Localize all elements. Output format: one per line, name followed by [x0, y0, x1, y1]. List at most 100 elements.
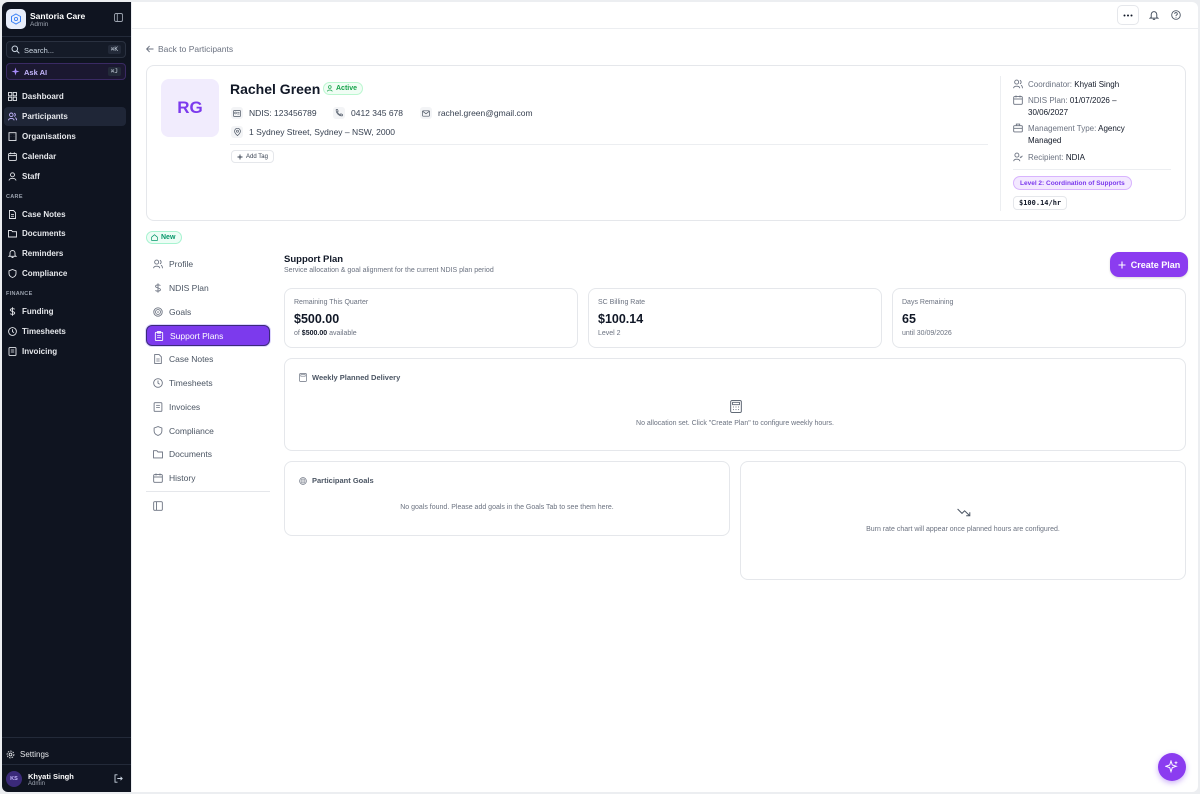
- stat-sub: until 30/09/2026: [902, 330, 952, 337]
- stat-card-billing-rate: SC Billing Rate $100.14 Level 2: [588, 288, 882, 348]
- tab-label: Case Notes: [169, 353, 214, 364]
- stat-label: Days Remaining: [902, 299, 954, 306]
- sidebar-item-documents[interactable]: Documents: [4, 224, 126, 243]
- tab-label: Invoices: [169, 401, 201, 412]
- clipboard-icon: [154, 330, 164, 341]
- phone[interactable]: 0412 345 678: [333, 107, 403, 119]
- back-to-participants-link[interactable]: Back to Participants: [146, 44, 233, 54]
- ai-assistant-button[interactable]: [1158, 753, 1186, 781]
- sidebar-item-participants[interactable]: Participants: [4, 107, 126, 126]
- sidebar-item-reminders[interactable]: Reminders: [4, 244, 126, 263]
- section-title: Support Plan: [284, 254, 344, 265]
- search-label: Search...: [24, 46, 55, 55]
- tab-documents[interactable]: Documents: [146, 443, 270, 464]
- tab-support-plans[interactable]: Support Plans: [146, 325, 270, 346]
- tab-label: Documents: [169, 448, 212, 459]
- sidebar-item-label: Participants: [22, 112, 68, 121]
- bell-icon: [1149, 10, 1159, 20]
- stat-label: SC Billing Rate: [598, 299, 646, 306]
- participant-header-card: RG Rachel Green Active NDIS: 123456789 0…: [146, 65, 1186, 221]
- brand[interactable]: Santoria Care Admin: [4, 8, 129, 34]
- create-plan-button[interactable]: Create Plan: [1110, 252, 1188, 277]
- sidebar-toggle-icon[interactable]: [114, 13, 123, 22]
- sidebar-item-compliance[interactable]: Compliance: [4, 264, 126, 283]
- building-icon: [8, 132, 17, 141]
- status-label: Active: [336, 85, 358, 92]
- brand-name: Santoria Care: [30, 11, 86, 21]
- shield-icon: [8, 269, 17, 278]
- sidebar-item-organisations[interactable]: Organisations: [4, 127, 126, 146]
- more-button[interactable]: [1117, 5, 1139, 25]
- dollar-icon: [8, 307, 17, 316]
- tab-label: Support Plans: [170, 330, 224, 341]
- notifications-button[interactable]: [1143, 5, 1165, 25]
- collapse-subnav-button[interactable]: [146, 495, 170, 516]
- participant-avatar: RG: [161, 79, 219, 137]
- sidebar-item-case-notes[interactable]: Case Notes: [4, 205, 126, 224]
- shield-icon: [153, 425, 163, 436]
- mgmt-value-2: Managed: [1028, 136, 1062, 145]
- tab-timesheets[interactable]: Timesheets: [146, 372, 270, 393]
- sidebar-item-settings[interactable]: Settings: [4, 745, 126, 764]
- tab-history[interactable]: History: [146, 467, 270, 488]
- target-icon: [299, 476, 307, 485]
- receipt-icon: [8, 347, 17, 356]
- sidebar-item-invoicing[interactable]: Invoicing: [4, 342, 126, 361]
- tab-goals[interactable]: Goals: [146, 301, 270, 322]
- tab-case-notes[interactable]: Case Notes: [146, 348, 270, 369]
- stat-sub: Level 2: [598, 330, 621, 337]
- divider: [2, 764, 131, 765]
- sidebar-item-label: Documents: [22, 229, 66, 238]
- weekly-delivery-card: Weekly Planned Delivery No allocation se…: [284, 358, 1186, 451]
- clock-icon: [8, 327, 17, 336]
- logout-icon[interactable]: [114, 774, 123, 783]
- sidebar-item-label: Staff: [22, 172, 40, 181]
- sidebar-item-funding[interactable]: Funding: [4, 302, 126, 321]
- receipt-icon: [153, 401, 163, 412]
- tab-invoices[interactable]: Invoices: [146, 396, 270, 417]
- support-level-badge: Level 2: Coordination of Supports: [1013, 176, 1132, 190]
- sidebar-item-label: Case Notes: [22, 210, 66, 219]
- tab-compliance[interactable]: Compliance: [146, 420, 270, 441]
- phone-icon: [333, 107, 345, 119]
- card-title: Participant Goals: [299, 476, 374, 485]
- sidebar-item-dashboard[interactable]: Dashboard: [4, 87, 126, 106]
- mgmt-value: Agency: [1098, 124, 1125, 133]
- coordinator-label: Coordinator:: [1028, 80, 1073, 89]
- empty-message: No allocation set. Click "Create Plan" t…: [636, 420, 834, 427]
- brand-role: Admin: [30, 21, 49, 28]
- help-button[interactable]: [1165, 5, 1187, 25]
- recipient-label: Recipient:: [1028, 153, 1064, 162]
- back-link-label: Back to Participants: [158, 44, 234, 54]
- main-content: Back to Participants RG Rachel Green Act…: [132, 2, 1198, 792]
- user-profile[interactable]: KS Khyati Singh Admin: [4, 768, 129, 790]
- stat-value: 65: [902, 312, 916, 326]
- sidebar-item-label: Timesheets: [22, 327, 66, 336]
- stat-card-days-remaining: Days Remaining 65 until 30/09/2026: [892, 288, 1186, 348]
- tab-label: History: [169, 472, 196, 483]
- sidebar-item-calendar[interactable]: Calendar: [4, 147, 126, 166]
- add-tag-button[interactable]: Add Tag: [231, 150, 274, 163]
- sidebar-item-timesheets[interactable]: Timesheets: [4, 322, 126, 341]
- tab-label: Timesheets: [169, 377, 213, 388]
- status-badge: Active: [323, 82, 364, 95]
- section-label-care: CARE: [6, 194, 23, 200]
- divider: [1013, 169, 1171, 170]
- empty-message: No goals found. Please add goals in the …: [400, 504, 614, 511]
- calendar-icon: [1013, 95, 1023, 119]
- tab-profile[interactable]: Profile: [146, 253, 270, 274]
- tab-ndis-plan[interactable]: NDIS Plan: [146, 277, 270, 298]
- ask-ai-button[interactable]: Ask AI ⌘J: [6, 63, 126, 80]
- sidebar-item-label: Invoicing: [22, 347, 58, 356]
- stat-sub: of $500.00 available: [294, 330, 357, 337]
- search-button[interactable]: Search... ⌘K: [6, 41, 126, 58]
- tab-label: Compliance: [169, 425, 214, 436]
- recipient-value: NDIA: [1065, 153, 1085, 162]
- sidebar-item-staff[interactable]: Staff: [4, 167, 126, 186]
- users-icon: [1013, 79, 1023, 91]
- stat-value: $100.14: [598, 312, 644, 326]
- file-text-icon: [153, 353, 163, 364]
- mgmt-label: Management Type:: [1028, 124, 1097, 133]
- email[interactable]: rachel.green@gmail.com: [420, 107, 533, 119]
- stat-label: Remaining This Quarter: [294, 299, 369, 306]
